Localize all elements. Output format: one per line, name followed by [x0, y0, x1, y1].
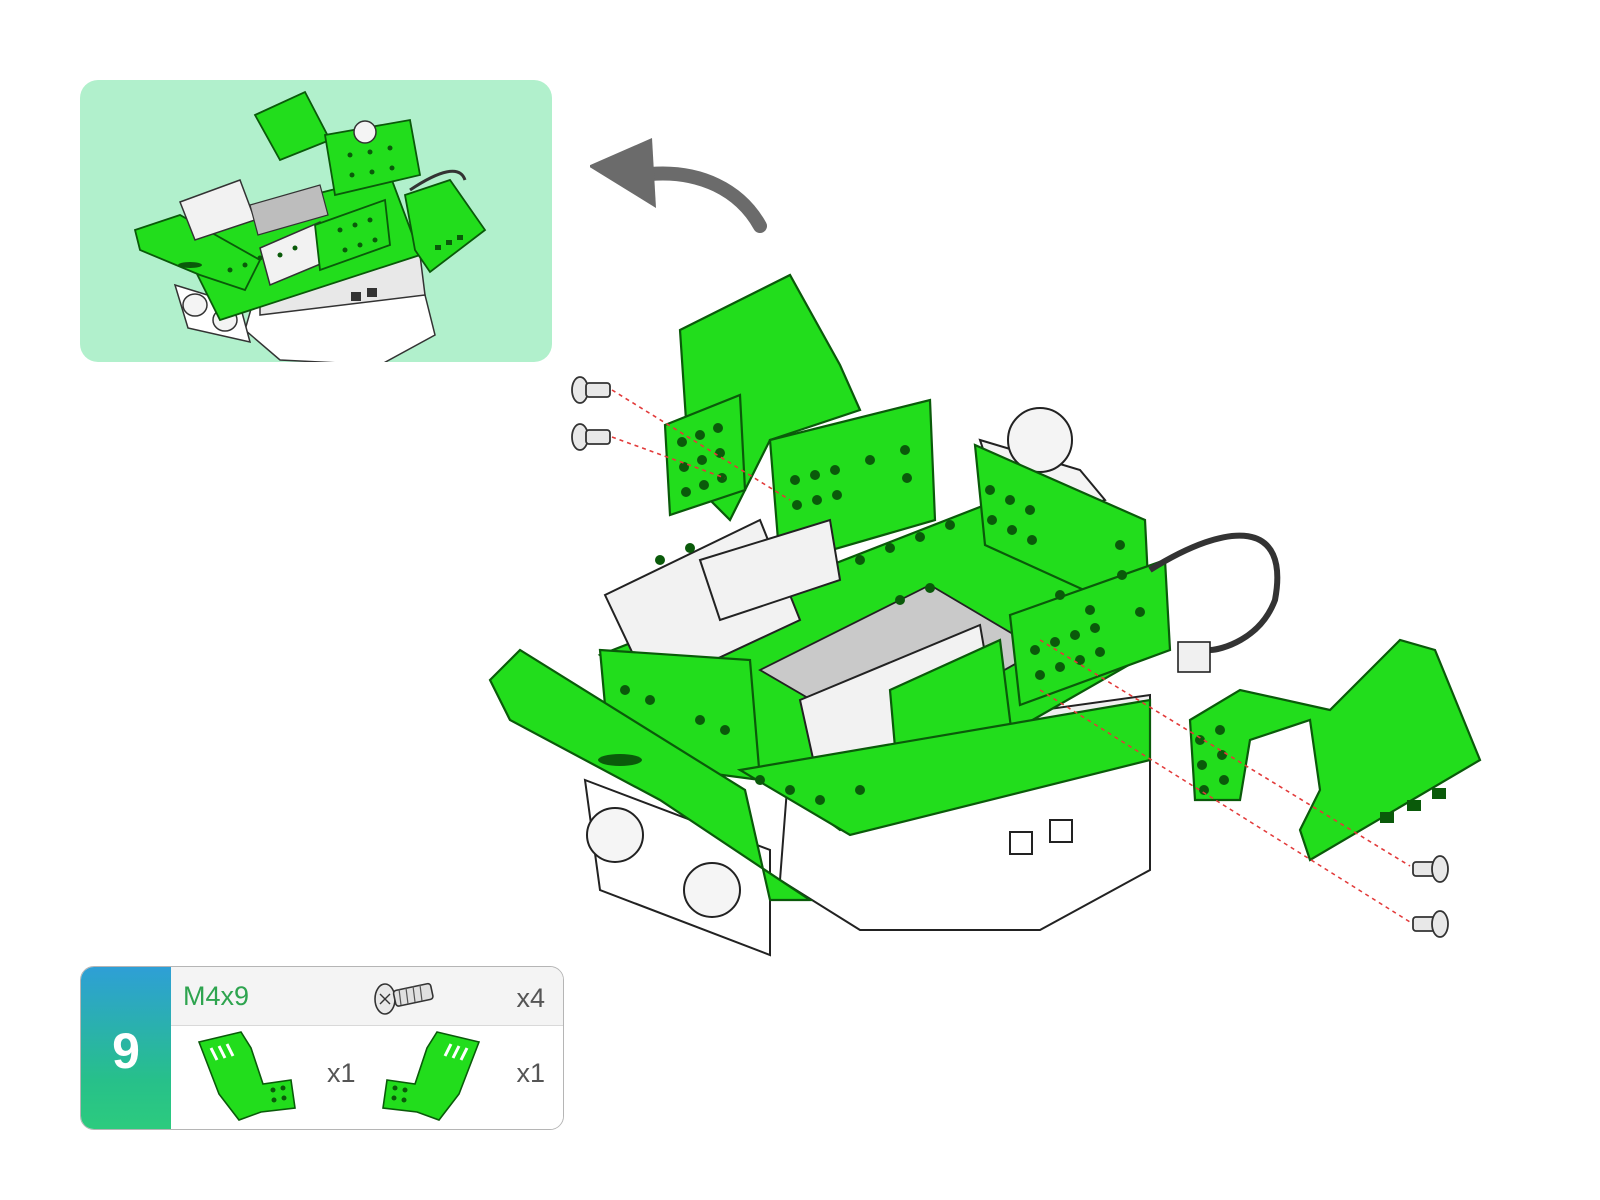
right-bracket-quantity: x1 — [516, 1058, 545, 1088]
left-bracket-quantity: x1 — [327, 1058, 356, 1088]
screw-quantity: x4 — [516, 983, 545, 1013]
screw-icon — [371, 973, 441, 1019]
rotate-arrow-icon — [588, 130, 790, 240]
screw-size-label: M4x9 — [183, 981, 250, 1011]
step-number: 9 — [112, 1023, 140, 1079]
left-side-bracket-icon — [191, 1028, 311, 1126]
right-side-bracket-icon — [367, 1028, 487, 1126]
assembly-illustration — [480, 270, 1540, 990]
parts-list-card: 9 M4x9 x4 x1 x1 — [80, 966, 564, 1130]
bracket-row: x1 x1 — [171, 1026, 563, 1129]
step-number-badge: 9 — [81, 967, 171, 1129]
screw-row: M4x9 x4 — [171, 967, 563, 1026]
